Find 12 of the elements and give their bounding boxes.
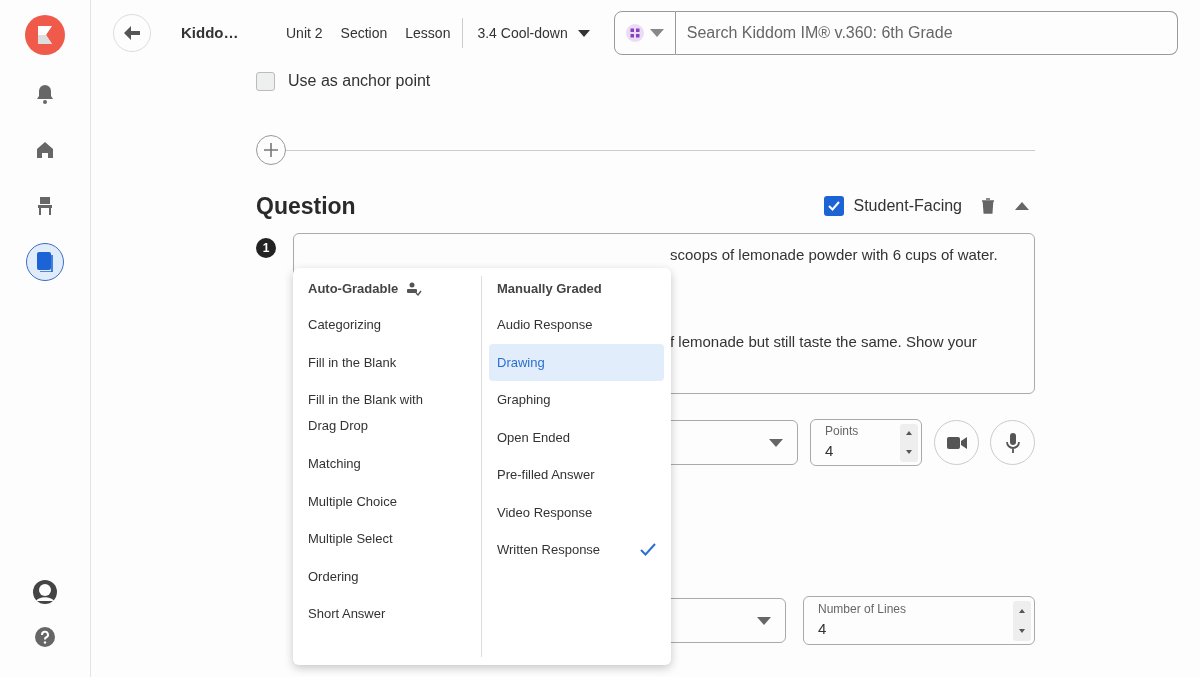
menu-heading: Manually Graded xyxy=(497,280,602,299)
section-heading: Question xyxy=(256,191,356,221)
menu-heading: Auto-Gradable xyxy=(308,280,399,299)
field-label: Points xyxy=(825,423,860,441)
field-value: 4 xyxy=(818,619,828,640)
checkbox-label: Student-Facing xyxy=(853,196,962,216)
question-number: 1 xyxy=(256,238,276,258)
question-text: f lemonade but still taste the same. Show your xyxy=(670,332,978,352)
field-label: Number of Lines xyxy=(818,601,908,619)
question-text: scoops of lemonade powder with 6 cups of water. xyxy=(670,245,999,265)
checkbox-label: Use as anchor point xyxy=(288,71,431,91)
field-value: 4 xyxy=(825,441,835,462)
